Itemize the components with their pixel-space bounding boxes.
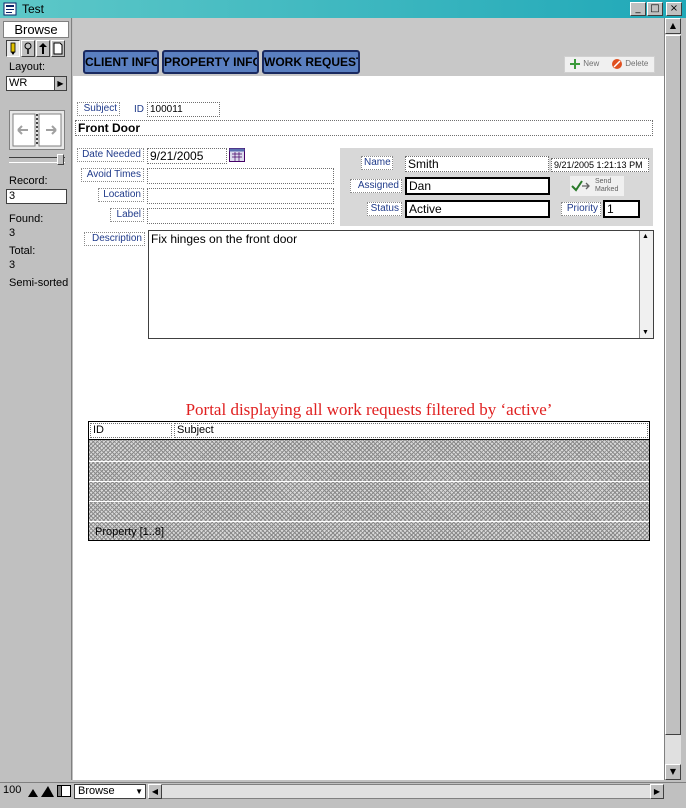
id-label: ID: [134, 104, 144, 115]
label-label: Label: [110, 208, 144, 222]
send-marked-label: Send Marked: [595, 178, 619, 193]
mode-tab-browse[interactable]: Browse: [3, 21, 69, 38]
portal-col-id: ID: [90, 423, 172, 438]
timestamp-field: 9/21/2005 1:21:13 PM: [551, 158, 649, 172]
calendar-icon[interactable]: [229, 148, 245, 162]
window-title: Test: [22, 2, 45, 16]
portal-row-divider: [89, 461, 649, 462]
scroll-down-arrow-icon[interactable]: ▼: [642, 329, 649, 336]
layout-select[interactable]: WR ▶: [6, 76, 67, 91]
horizontal-scrollbar[interactable]: [148, 784, 664, 799]
portal-col-subject: Subject: [174, 423, 648, 438]
preview-page-icon[interactable]: [51, 40, 65, 57]
total-label: Total:: [9, 245, 36, 257]
assigned-field[interactable]: Dan: [405, 177, 550, 195]
subject-label: Subject: [77, 102, 120, 116]
description-scrollbar[interactable]: ▲ ▼: [639, 231, 653, 338]
portal-row-divider: [89, 481, 649, 482]
layout-value: WR: [9, 77, 28, 89]
total-count: 3: [9, 259, 16, 271]
found-count: 3: [9, 227, 16, 239]
date-needed-label: Date Needed: [77, 148, 144, 162]
label-field[interactable]: [147, 208, 334, 224]
new-button[interactable]: New: [569, 58, 599, 70]
portal-footer-label: Property [1..8]: [95, 526, 165, 538]
zoom-mountains-icon[interactable]: [27, 784, 55, 798]
maximize-button[interactable]: □: [647, 2, 663, 16]
layout-label: Layout:: [9, 61, 46, 73]
description-field[interactable]: Fix hinges on the front door ▲ ▼: [148, 230, 654, 339]
priority-field[interactable]: 1: [603, 200, 640, 218]
minimize-button[interactable]: _: [630, 2, 646, 16]
scroll-left-icon[interactable]: ◀: [148, 784, 162, 799]
tab-property-info[interactable]: PROPERTY INFO: [162, 50, 259, 74]
vertical-scroll-thumb[interactable]: [665, 35, 681, 735]
scroll-down-icon[interactable]: ▼: [665, 764, 681, 780]
plus-icon: [570, 59, 580, 69]
sort-status: Semi-sorted: [9, 277, 69, 289]
close-button[interactable]: ×: [666, 2, 682, 16]
record-slider-thumb[interactable]: [57, 154, 64, 165]
tab-work-request[interactable]: WORK REQUEST: [262, 50, 360, 74]
avoid-times-field[interactable]: [147, 168, 334, 184]
zoom-level[interactable]: 100: [3, 784, 21, 796]
record-number-input[interactable]: 3: [6, 189, 67, 204]
name-field[interactable]: Smith: [405, 156, 549, 172]
location-label: Location: [98, 188, 144, 202]
description-label: Description: [84, 232, 145, 246]
portal-row-divider: [89, 501, 649, 502]
avoid-times-label: Avoid Times: [81, 168, 144, 182]
found-label: Found:: [9, 213, 44, 225]
layout-tool-icon[interactable]: [36, 40, 50, 57]
description-text: Fix hinges on the front door: [151, 232, 298, 246]
find-magnifier-icon[interactable]: [21, 40, 35, 57]
dropdown-arrow-icon[interactable]: ▶: [54, 77, 66, 90]
status-field[interactable]: Active: [405, 200, 550, 218]
id-field[interactable]: 100011: [147, 102, 220, 117]
name-label: Name: [361, 156, 393, 170]
portal-row-divider: [89, 521, 649, 522]
priority-label: Priority: [561, 202, 601, 216]
mode-popup-value: Browse: [78, 785, 115, 797]
window-bottom-edge: [0, 800, 686, 808]
assigned-label: Assigned: [350, 179, 402, 193]
delete-label: Delete: [625, 59, 649, 69]
record-book-icon[interactable]: [9, 110, 65, 150]
delete-icon: [612, 59, 622, 69]
mode-popup[interactable]: Browse ▼: [74, 784, 146, 799]
location-field[interactable]: [147, 188, 334, 204]
window-title-bar[interactable]: [0, 0, 686, 18]
mode-dropdown-icon[interactable]: ▼: [135, 785, 143, 798]
date-needed-field[interactable]: 9/21/2005: [147, 148, 227, 164]
scroll-up-icon[interactable]: ▲: [665, 18, 681, 34]
record-actions: New Delete: [564, 56, 655, 73]
browse-pencil-icon[interactable]: [6, 40, 20, 57]
scroll-right-icon[interactable]: ▶: [650, 784, 664, 799]
status-label: Status: [367, 202, 402, 216]
scroll-up-arrow-icon[interactable]: ▲: [642, 233, 649, 240]
tab-client-info[interactable]: CLIENT INFO: [83, 50, 159, 74]
portal-annotation: Portal displaying all work requests filt…: [185, 400, 553, 419]
send-arrow-icon: [571, 180, 590, 192]
app-icon: [3, 2, 17, 16]
send-marked-button[interactable]: Send Marked: [570, 176, 624, 196]
delete-button[interactable]: Delete: [611, 58, 648, 70]
subject-field[interactable]: Front Door: [75, 120, 653, 136]
status-area-toggle-icon[interactable]: [57, 785, 71, 797]
new-label: New: [583, 59, 600, 69]
record-label: Record:: [9, 175, 48, 187]
